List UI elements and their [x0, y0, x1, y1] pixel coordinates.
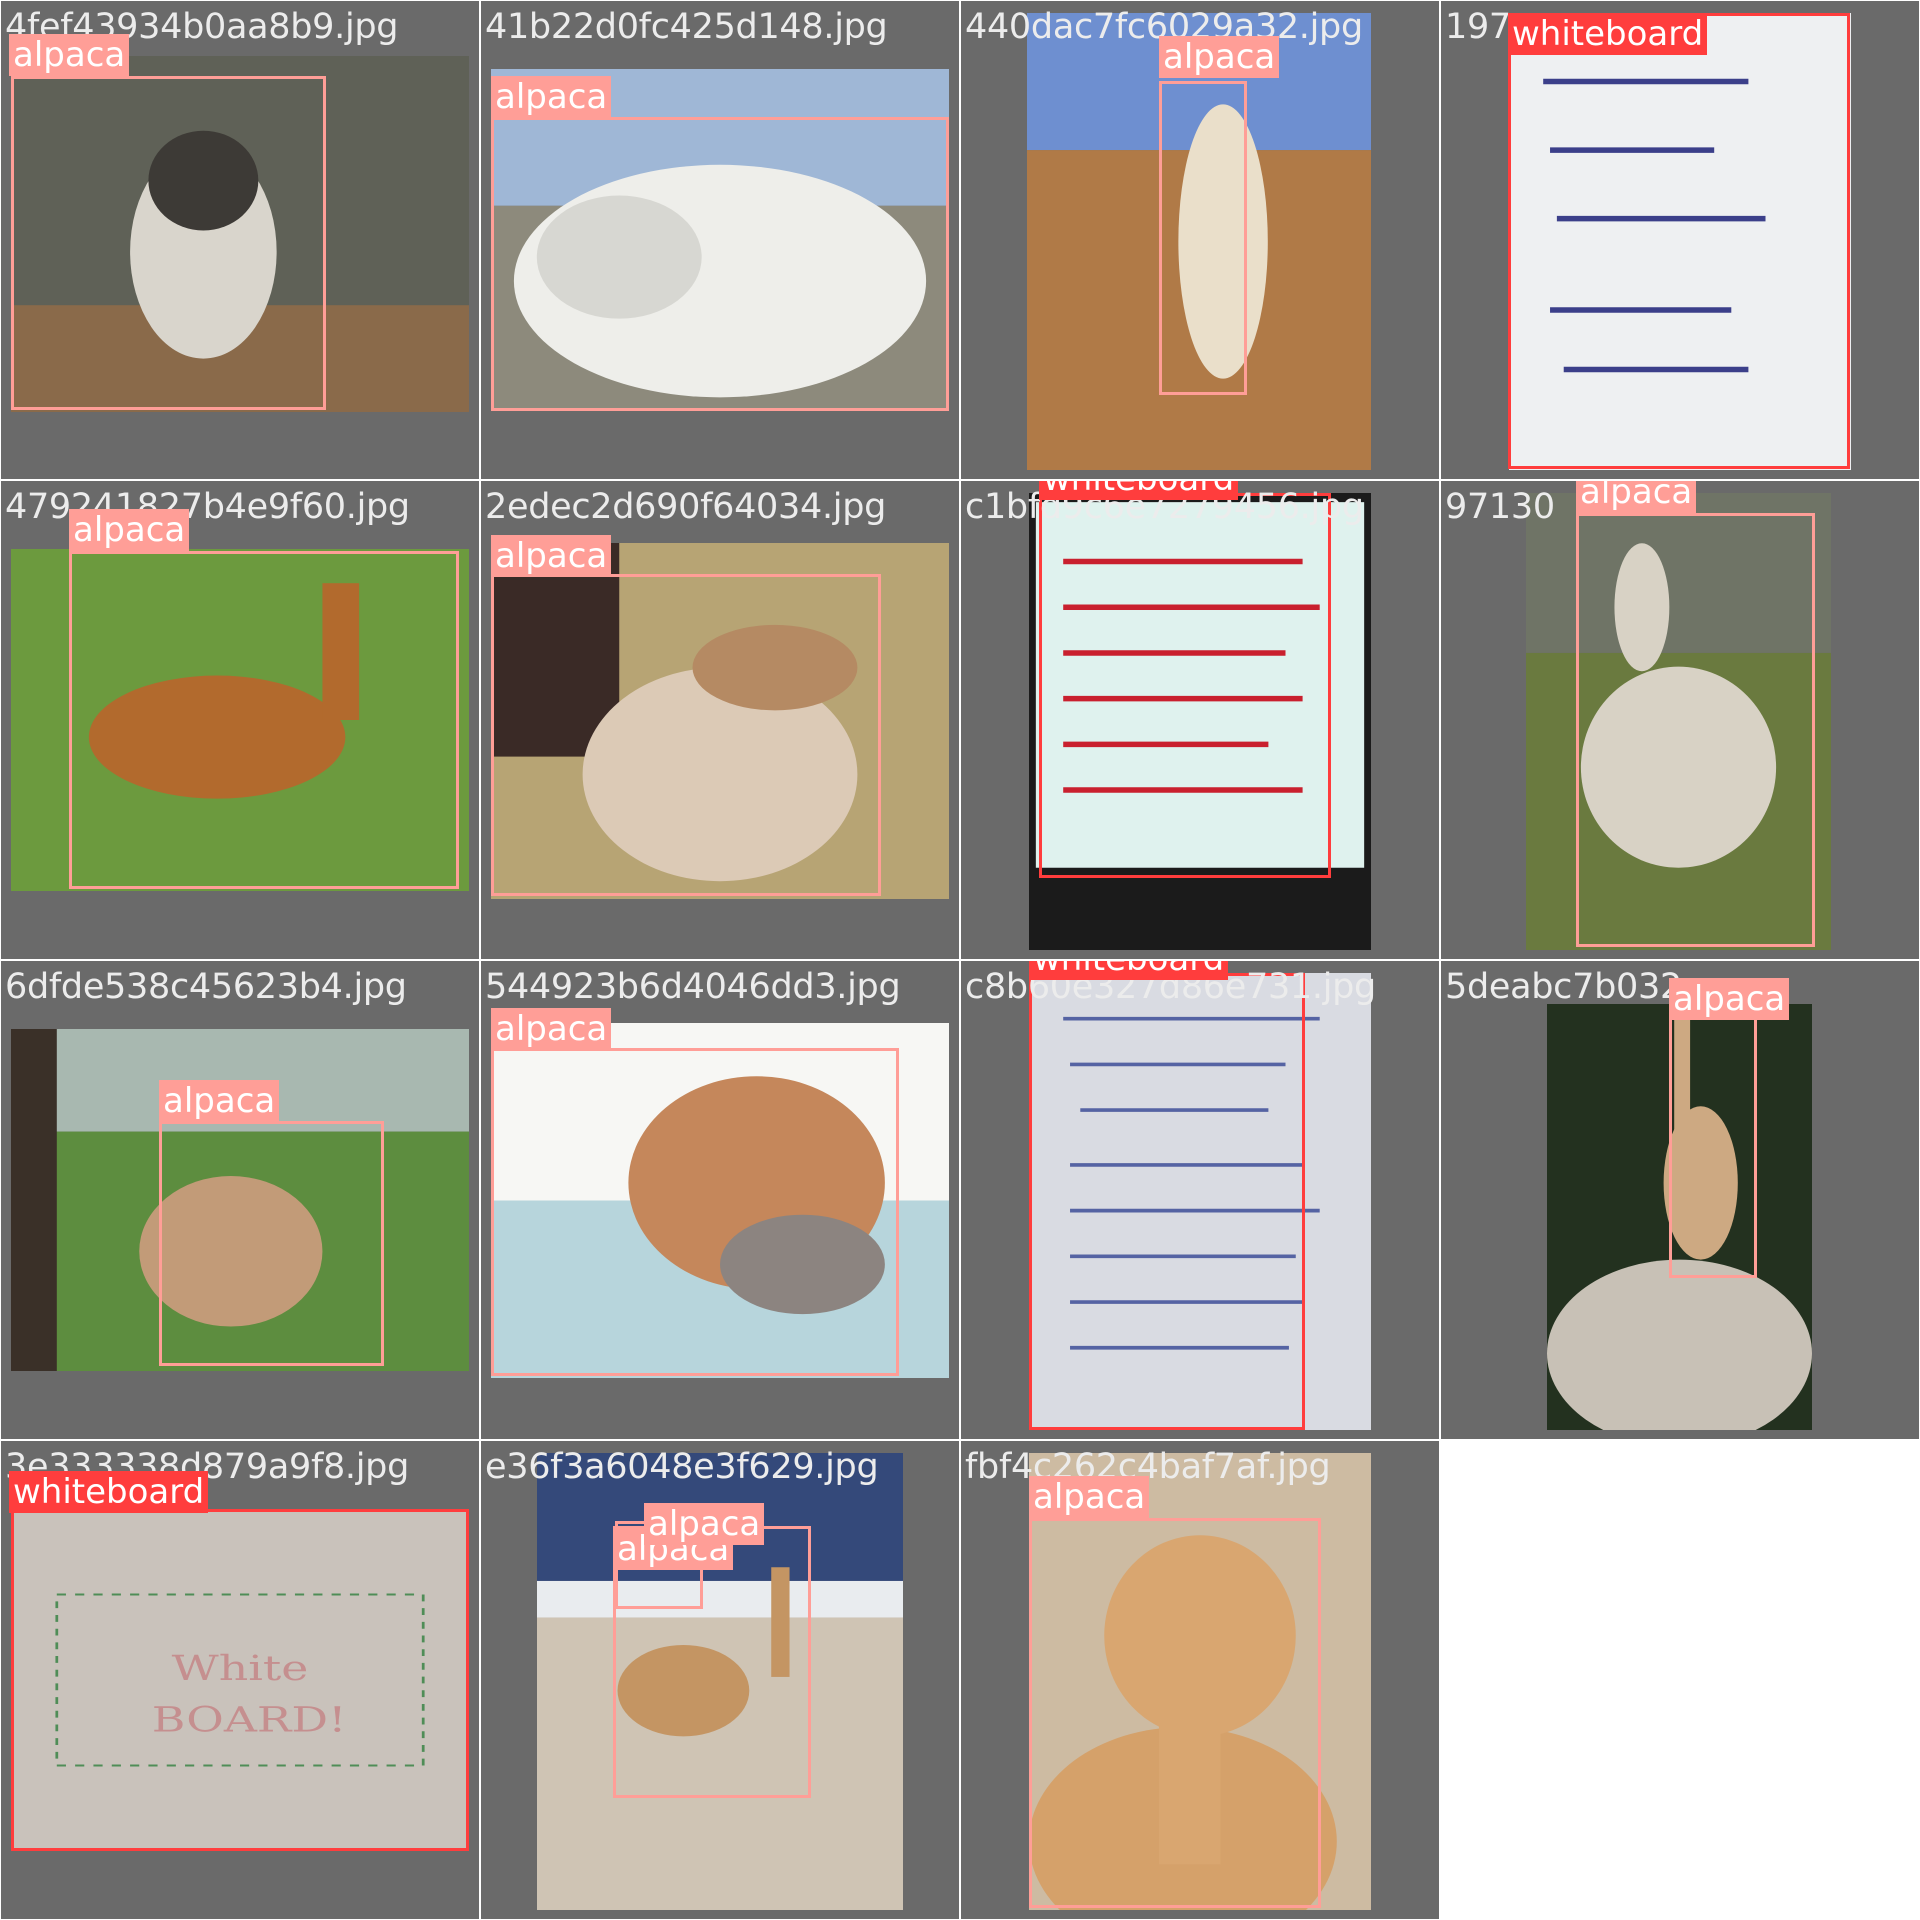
tile-13: White BOARD! 3e333338d879a9f8.jpg whitebo…	[1, 1441, 479, 1919]
alpaca-box	[491, 117, 949, 411]
filename: 5deabc7b032	[1445, 967, 1682, 1007]
tile-11: c8b60e327d86e731.jpg whiteboard	[961, 961, 1439, 1439]
tile-9: 6dfde538c45623b4.jpg alpaca	[1, 961, 479, 1439]
alpaca-box	[1159, 81, 1247, 395]
tile-14: e36f3a6048e3f629.jpg alpaca alpaca	[481, 1441, 959, 1919]
tile-4: 197 whiteboard	[1441, 1, 1919, 479]
alpaca-box	[1029, 1518, 1321, 1908]
whiteboard-label: whiteboard	[9, 1471, 209, 1513]
tile-15: fbf4c262c4baf7af.jpg alpaca	[961, 1441, 1439, 1919]
alpaca-label: alpaca	[69, 509, 190, 551]
whiteboard-label: whiteboard	[1508, 13, 1708, 55]
alpaca-label: alpaca	[159, 1080, 280, 1122]
empty-slot	[1441, 1441, 1919, 1919]
alpaca-label: alpaca	[644, 1503, 765, 1545]
alpaca-box	[491, 1048, 899, 1376]
alpaca-label: alpaca	[491, 76, 612, 118]
whiteboard-box	[1029, 973, 1305, 1430]
alpaca-box	[69, 551, 459, 889]
filename: 544923b6d4046dd3.jpg	[485, 967, 901, 1007]
detection-grid: 4fef43934b0aa8b9.jpg alpaca 41b22d0fc425…	[0, 0, 1920, 1920]
tile-12: 5deabc7b032 alpaca	[1441, 961, 1919, 1439]
tile-3: 440dac7fc6029a32.jpg alpaca	[961, 1, 1439, 479]
tile-6: 2edec2d690f64034.jpg alpaca	[481, 481, 959, 959]
alpaca-box	[159, 1121, 384, 1366]
filename: 6dfde538c45623b4.jpg	[5, 967, 407, 1007]
filename: 479241827b4e9f60.jpg	[5, 487, 410, 527]
tile-2: 41b22d0fc425d148.jpg alpaca	[481, 1, 959, 479]
whiteboard-label: whiteboard	[1039, 481, 1239, 500]
alpaca-label: alpaca	[1669, 978, 1790, 1020]
alpaca-box	[11, 76, 326, 410]
alpaca-label: alpaca	[1159, 36, 1280, 78]
whiteboard-box	[11, 1509, 469, 1851]
whiteboard-label: whiteboard	[1029, 961, 1229, 980]
alpaca-box	[491, 574, 881, 896]
alpaca-box	[1669, 1016, 1757, 1278]
filename: 97130	[1445, 487, 1555, 527]
whiteboard-box	[1508, 13, 1850, 469]
alpaca-label: alpaca	[9, 34, 130, 76]
tile-5: 479241827b4e9f60.jpg alpaca	[1, 481, 479, 959]
filename: e36f3a6048e3f629.jpg	[485, 1447, 879, 1487]
tile-10: 544923b6d4046dd3.jpg alpaca	[481, 961, 959, 1439]
alpaca-label: alpaca	[491, 535, 612, 577]
alpaca-label: alpaca	[1029, 1476, 1150, 1518]
alpaca-box	[1576, 513, 1815, 947]
filename: 41b22d0fc425d148.jpg	[485, 7, 888, 47]
tile-1: 4fef43934b0aa8b9.jpg alpaca	[1, 1, 479, 479]
whiteboard-box	[1039, 493, 1331, 878]
alpaca-label: alpaca	[491, 1008, 612, 1050]
filename: 197	[1445, 7, 1511, 47]
alpaca-label: alpaca	[1576, 481, 1697, 513]
tile-7: c1bfd9c6e7279456.jpg whiteboard	[961, 481, 1439, 959]
filename: 2edec2d690f64034.jpg	[485, 487, 887, 527]
tile-8: 97130 alpaca	[1441, 481, 1919, 959]
